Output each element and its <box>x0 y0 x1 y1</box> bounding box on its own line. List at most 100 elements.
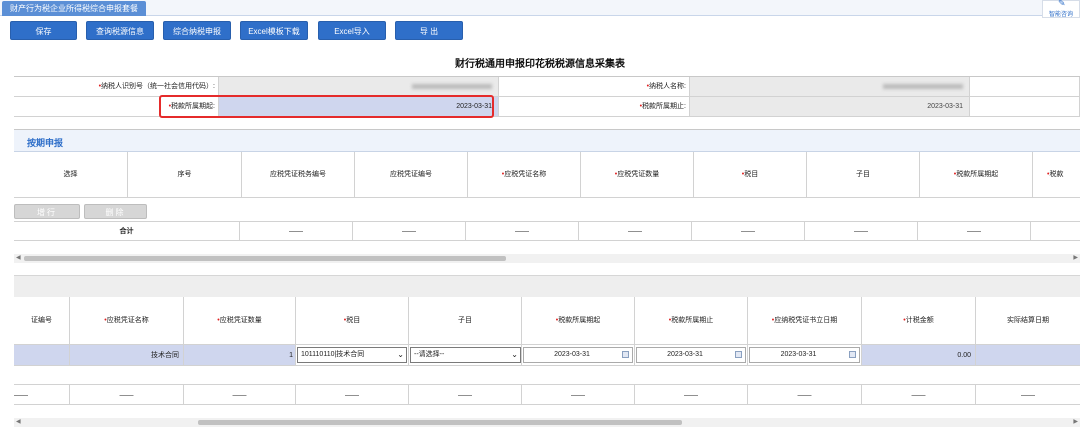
delete-row-button[interactable]: 删除 <box>84 204 147 219</box>
total-cell: —— <box>918 222 1031 241</box>
date-value: 2023-03-31 <box>667 351 703 358</box>
col-header: •税款所属期止 <box>635 297 748 345</box>
total-cell: —— <box>240 222 353 241</box>
calendar-icon[interactable] <box>849 351 856 358</box>
page-title: 财行税通用申报印花税税源信息采集表 <box>455 59 625 70</box>
section-title: 按期申报 <box>27 138 64 148</box>
taxpayer-id-label: •纳税人识别号（统一社会信用代码）: <box>14 77 219 97</box>
sub-item-value: --请选择-- <box>414 351 445 358</box>
export-button[interactable]: 导 出 <box>395 21 463 40</box>
total-label: 合计 <box>14 222 240 241</box>
taxpayer-name-field <box>690 77 970 97</box>
tax-item-value: 101110110|技术合同 <box>301 351 365 358</box>
tax-item-select[interactable]: 101110110|技术合同 ⌄ <box>297 347 407 363</box>
col-header: •税目 <box>694 152 807 198</box>
total-cell: —— <box>296 384 409 405</box>
total-cell: —— <box>14 384 70 405</box>
total-cell: —— <box>70 384 184 405</box>
info-blank-cell <box>970 97 1080 117</box>
total-cell: —— <box>976 384 1080 405</box>
excel-template-download-button[interactable]: Excel模板下载 <box>240 21 308 40</box>
total-cell: —— <box>522 384 635 405</box>
comprehensive-declare-button[interactable]: 综合纳税申报 <box>163 21 231 40</box>
col-header: 子目 <box>807 152 920 198</box>
col-header: •税款所属期起 <box>920 152 1033 198</box>
sign-date-input[interactable]: 2023-03-31 <box>749 347 860 363</box>
date-value: 2023-03-31 <box>780 351 817 358</box>
row-voucher-name: 技术合同 <box>70 345 184 366</box>
tab-tax-package[interactable]: 财产行为税企业所得税综合申报套餐 <box>2 1 146 16</box>
total-cell: —— <box>862 384 976 405</box>
taxpayer-id-field <box>219 77 499 97</box>
calendar-icon[interactable] <box>735 351 742 358</box>
save-button[interactable]: 保存 <box>10 21 77 40</box>
add-row-button[interactable]: 增行 <box>14 204 80 219</box>
sub-item-select[interactable]: --请选择-- ⌄ <box>410 347 521 363</box>
scroll-left-icon[interactable]: ◀ <box>16 418 21 427</box>
scroll-left-icon[interactable]: ◀ <box>16 254 21 263</box>
tab-strip: 财产行为税企业所得税综合申报套餐 <box>0 0 1080 16</box>
col-header: 应税凭证编号 <box>355 152 468 198</box>
section-header: 按期申报 <box>14 130 1080 152</box>
horizontal-scrollbar-bottom[interactable]: ◀ ▶ <box>14 418 1080 427</box>
table-cell: 2023-03-31 <box>522 345 635 366</box>
edit-icon: ✎ <box>1058 0 1066 8</box>
col-header: 选择 <box>14 152 128 198</box>
total-cell: —— <box>184 384 296 405</box>
table-cell: --请选择-- ⌄ <box>409 345 522 366</box>
smart-consult-label: 智能咨询 <box>1048 12 1073 18</box>
total-cell: —— <box>579 222 692 241</box>
col-header: •税目 <box>296 297 409 345</box>
total-cell <box>1031 222 1080 241</box>
col-header: •应纳税凭证书立日期 <box>748 297 862 345</box>
total-cell: —— <box>692 222 805 241</box>
col-header: •应税凭证名称 <box>468 152 581 198</box>
table-cell <box>14 345 70 366</box>
total-cell: —— <box>635 384 748 405</box>
period-end-date-input[interactable]: 2023-03-31 <box>636 347 746 363</box>
scrollbar-thumb[interactable] <box>198 420 682 425</box>
table-cell: 2023-03-31 <box>748 345 862 366</box>
date-value: 2023-03-31 <box>554 351 590 358</box>
period-start-date-input[interactable]: 2023-03-31 <box>523 347 633 363</box>
col-header: •应税凭证数量 <box>581 152 694 198</box>
total-cell: —— <box>466 222 579 241</box>
calendar-icon[interactable] <box>622 351 629 358</box>
highlight-box <box>159 95 494 118</box>
total-cell: —— <box>353 222 466 241</box>
col-header: •税款所属期起 <box>522 297 635 345</box>
col-header: 实际结算日期 <box>976 297 1080 345</box>
table-cell <box>976 345 1080 366</box>
section2-header <box>14 275 1080 297</box>
total-cell: —— <box>409 384 522 405</box>
query-tax-source-button[interactable]: 查询税源信息 <box>86 21 154 40</box>
total-cell: —— <box>805 222 918 241</box>
scrollbar-thumb[interactable] <box>24 256 506 261</box>
row-taxable-amount: 0.00 <box>862 345 976 366</box>
col-header: •计税金额 <box>862 297 976 345</box>
taxpayer-name-label: •纳税人名称: <box>499 77 690 97</box>
col-header: 序号 <box>128 152 242 198</box>
col-header: 子目 <box>409 297 522 345</box>
col-header: •应税凭证名称 <box>70 297 184 345</box>
col-header: •税款 <box>1047 171 1064 178</box>
excel-import-button[interactable]: Excel导入 <box>318 21 386 40</box>
table-cell: 2023-03-31 <box>635 345 748 366</box>
period-end-field[interactable]: 2023-03-31 <box>690 97 970 117</box>
table-cell: 101110110|技术合同 ⌄ <box>296 345 409 366</box>
scroll-right-icon[interactable]: ▶ <box>1073 418 1078 427</box>
info-blank-cell <box>970 77 1080 97</box>
row-voucher-quantity[interactable]: 1 <box>184 345 296 366</box>
scroll-right-icon[interactable]: ▶ <box>1073 254 1078 263</box>
periodic-declaration-panel: 按期申报 选择 序号 应税凭证税务编号 应税凭证编号 •应税凭证名称 •应税凭证… <box>14 129 1080 265</box>
smart-consult-button[interactable]: ✎ 智能咨询 <box>1042 0 1080 18</box>
table-header-row: 选择 序号 应税凭证税务编号 应税凭证编号 •应税凭证名称 •应税凭证数量 •税… <box>14 152 1080 198</box>
total-cell: —— <box>748 384 862 405</box>
period-end-label: •税款所属期止: <box>499 97 690 117</box>
horizontal-scrollbar-top[interactable]: ◀ ▶ <box>14 254 1080 263</box>
col-header: 证编号 <box>14 297 70 345</box>
col-header: •应税凭证数量 <box>184 297 296 345</box>
total-row: 合计 —— —— —— —— —— —— —— <box>14 221 1080 241</box>
chevron-down-icon: ⌄ <box>397 350 404 359</box>
chevron-down-icon: ⌄ <box>511 350 518 359</box>
